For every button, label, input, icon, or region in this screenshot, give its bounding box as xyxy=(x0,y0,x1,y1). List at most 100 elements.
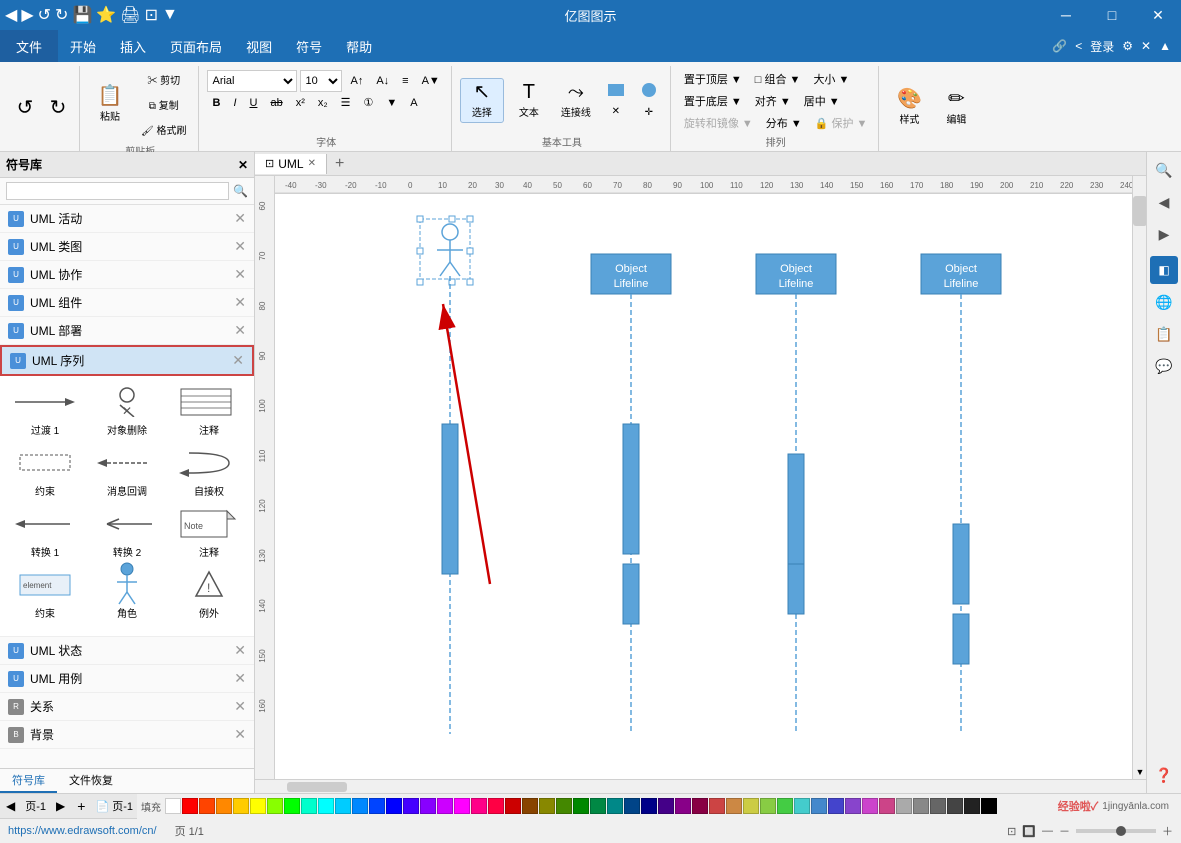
window-controls[interactable]: ─ □ ✕ xyxy=(1043,0,1181,30)
minimize-button[interactable]: ─ xyxy=(1043,0,1089,30)
uml-deploy-close[interactable]: ✕ xyxy=(234,322,246,339)
color-teal[interactable] xyxy=(607,798,623,814)
right-panel-btn1[interactable]: 🔍 xyxy=(1150,156,1178,184)
right-panel-btn8[interactable]: ❓ xyxy=(1150,761,1178,789)
x-button[interactable]: ✕ xyxy=(601,102,631,121)
page-nav-left-btn[interactable]: ◀ xyxy=(0,799,21,813)
right-panel-btn7[interactable]: 💬 xyxy=(1150,352,1178,380)
save-icon[interactable]: 💾 xyxy=(72,5,92,25)
share-link-icon[interactable]: 🔗 xyxy=(1052,39,1067,53)
cut-button[interactable]: ✂ 剪切 xyxy=(135,68,192,91)
file-menu[interactable]: 文件 xyxy=(0,30,58,62)
color-olive[interactable] xyxy=(539,798,555,814)
distribute-btn[interactable]: 分布 ▼ xyxy=(761,113,807,133)
plugin-icon[interactable]: ✕ xyxy=(1141,39,1151,53)
font-increase-btn[interactable]: A↑ xyxy=(345,73,368,89)
tab-symbol-library[interactable]: 符号库 xyxy=(0,769,57,793)
color-white[interactable] xyxy=(165,798,181,814)
category-uml-usecase[interactable]: U UML 用例 ✕ xyxy=(0,665,254,693)
background-close[interactable]: ✕ xyxy=(234,726,246,743)
category-uml-state[interactable]: U UML 状态 ✕ xyxy=(0,637,254,665)
seq-object-delete[interactable]: ✕ 对象删除 xyxy=(90,384,164,437)
redo-button[interactable]: ↻ xyxy=(43,94,73,122)
lifeline2[interactable]: Object Lifeline xyxy=(756,254,836,294)
star-icon[interactable]: ⭐ xyxy=(96,5,116,25)
color-green[interactable] xyxy=(284,798,300,814)
category-relation[interactable]: R 关系 ✕ xyxy=(0,693,254,721)
uml-activity-close[interactable]: ✕ xyxy=(234,210,246,227)
seq-exception[interactable]: ! 例外 xyxy=(172,567,246,620)
color-orange[interactable] xyxy=(216,798,232,814)
copy-button[interactable]: ⧉ 复制 xyxy=(135,93,192,116)
color-near-black[interactable] xyxy=(964,798,980,814)
menu-view[interactable]: 视图 xyxy=(234,30,284,62)
seq-callback[interactable]: 消息回调 xyxy=(90,445,164,498)
zoom-slider[interactable] xyxy=(1076,829,1156,833)
uml-sequence-close[interactable]: ✕ xyxy=(232,352,244,369)
vertical-scrollbar[interactable]: ▼ xyxy=(1132,176,1146,779)
rotate-btn[interactable]: 旋转和镜像 ▼ xyxy=(679,113,758,133)
color-medium-red[interactable] xyxy=(709,798,725,814)
actor-activation[interactable] xyxy=(442,424,458,574)
color-magenta[interactable] xyxy=(454,798,470,814)
color-orchid[interactable] xyxy=(862,798,878,814)
color-dark-magenta[interactable] xyxy=(675,798,691,814)
color-red-orange[interactable] xyxy=(199,798,215,814)
seq-constraint2[interactable]: element 约束 xyxy=(8,567,82,620)
right-panel-btn4[interactable]: ◧ xyxy=(1150,256,1178,284)
edit-button[interactable]: ✏ 编辑 xyxy=(934,85,978,130)
color-hot-pink[interactable] xyxy=(471,798,487,814)
undo-button[interactable]: ↺ xyxy=(10,94,40,122)
seq-note[interactable]: 注释 xyxy=(172,384,246,437)
right-panel-btn3[interactable]: ▶ xyxy=(1150,220,1178,248)
font-size-select[interactable]: 10 xyxy=(300,70,342,92)
uml-usecase-close[interactable]: ✕ xyxy=(234,670,246,687)
uml-collab-close[interactable]: ✕ xyxy=(234,266,246,283)
color-medium-pink[interactable] xyxy=(879,798,895,814)
menu-page-layout[interactable]: 页面布局 xyxy=(158,30,234,62)
protect-btn[interactable]: 🔒 保护 ▼ xyxy=(810,113,873,133)
lifeline1-activation2[interactable] xyxy=(623,564,639,624)
color-pure-blue[interactable] xyxy=(386,798,402,814)
color-cyan-green[interactable] xyxy=(301,798,317,814)
font-align-btn[interactable]: ≡ xyxy=(397,73,413,89)
menu-symbol[interactable]: 符号 xyxy=(284,30,334,62)
menu-help[interactable]: 帮助 xyxy=(334,30,384,62)
titlebar-left-controls[interactable]: ◀ ▶ ↺ ↻ 💾 ⭐ 🖨 ⊡ ▼ xyxy=(5,5,178,25)
maximize-button[interactable]: □ xyxy=(1089,0,1135,30)
search-icon[interactable]: 🔍 xyxy=(233,184,248,198)
color-sky-blue[interactable] xyxy=(335,798,351,814)
numberedlist-btn[interactable]: ① xyxy=(359,94,379,111)
color-cyan[interactable] xyxy=(318,798,334,814)
strikethrough-btn[interactable]: ab xyxy=(265,95,287,111)
back-icon[interactable]: ◀ xyxy=(5,5,17,25)
color-dark-red[interactable] xyxy=(505,798,521,814)
forward-icon[interactable]: ▶ xyxy=(21,5,33,25)
color-medium-purple[interactable] xyxy=(845,798,861,814)
color-lime[interactable] xyxy=(760,798,776,814)
send-to-back-btn[interactable]: 置于底层 ▼ xyxy=(679,91,747,111)
undo-icon[interactable]: ↺ xyxy=(38,5,51,25)
color-forest-green[interactable] xyxy=(573,798,589,814)
connector-button[interactable]: ⤳ 连接线 xyxy=(554,78,598,123)
color-black[interactable] xyxy=(981,798,997,814)
color-blue[interactable] xyxy=(352,798,368,814)
zoom-in-btn[interactable]: ＋ xyxy=(1162,823,1173,839)
color-medium-blue[interactable] xyxy=(828,798,844,814)
category-uml-class[interactable]: U UML 类图 ✕ xyxy=(0,233,254,261)
vscroll-down-btn[interactable]: ▼ xyxy=(1133,765,1146,779)
symbol-panel-close-icon[interactable]: ✕ xyxy=(238,158,248,172)
print-icon[interactable]: 🖨 xyxy=(120,5,140,25)
uml-component-close[interactable]: ✕ xyxy=(234,294,246,311)
text-button[interactable]: T 文本 xyxy=(507,78,551,123)
edraw-link[interactable]: https://www.edrawsoft.com/cn/ xyxy=(8,825,157,837)
lifeline1[interactable]: Object Lifeline xyxy=(591,254,671,294)
plus-button[interactable]: ✛ xyxy=(634,103,664,122)
format-paint-button[interactable]: 🖌 格式刷 xyxy=(135,118,192,141)
color-navy[interactable] xyxy=(624,798,640,814)
color-gray[interactable] xyxy=(896,798,912,814)
login-button[interactable]: 登录 xyxy=(1090,38,1114,55)
hscroll-thumb[interactable] xyxy=(287,782,347,792)
menu-insert[interactable]: 插入 xyxy=(108,30,158,62)
uml-class-close[interactable]: ✕ xyxy=(234,238,246,255)
